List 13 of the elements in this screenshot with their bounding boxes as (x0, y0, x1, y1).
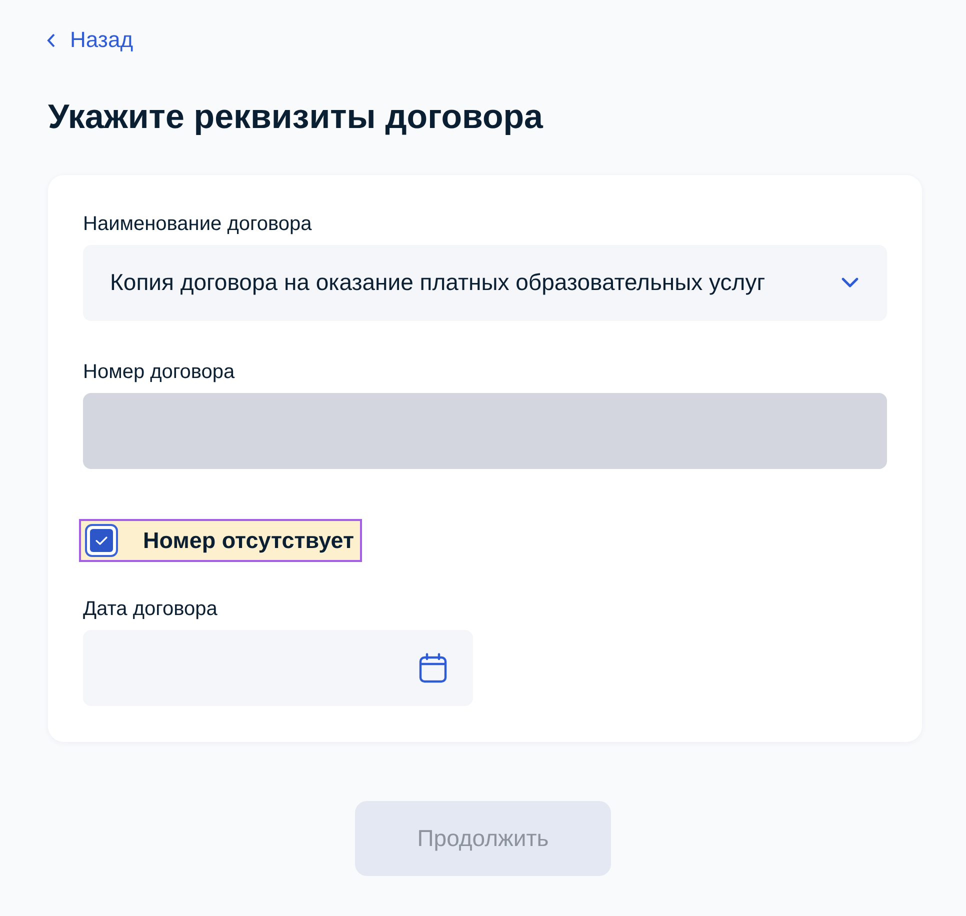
chevron-left-icon (46, 32, 56, 48)
field-label: Наименование договора (83, 212, 312, 234)
chevron-down-icon (841, 277, 859, 288)
back-link[interactable]: Назад (46, 28, 134, 52)
field-label: Номер договора (83, 360, 235, 382)
select-field[interactable]: Копия договора на оказание платных образовательных услуг (83, 244, 887, 320)
checkbox[interactable] (85, 524, 118, 556)
field-label: Дата договора (83, 598, 218, 620)
checkbox-label[interactable]: Номер отсутствует (143, 524, 356, 556)
check-icon (90, 528, 113, 552)
date-field[interactable] (83, 630, 473, 706)
page-title: Укажите реквизиты договора (48, 96, 543, 136)
calendar-icon (419, 652, 447, 682)
